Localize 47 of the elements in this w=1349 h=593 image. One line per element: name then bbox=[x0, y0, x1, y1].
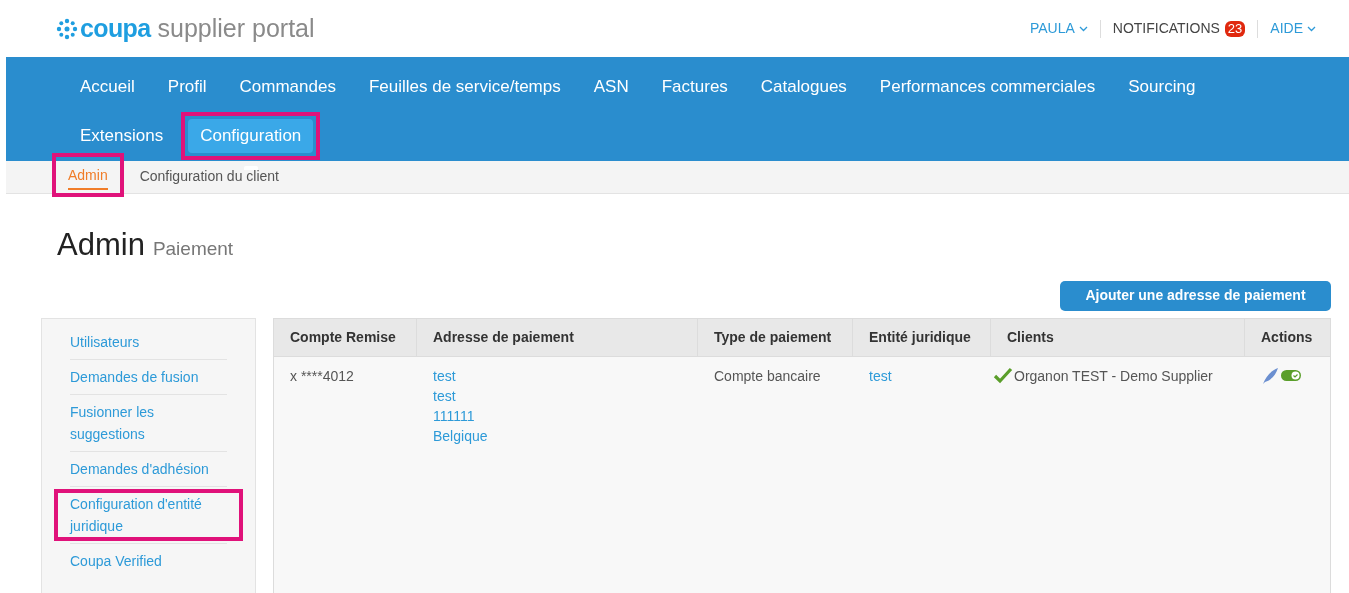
nav-tab[interactable]: Commandes bbox=[231, 69, 344, 104]
notifications-link[interactable]: NOTIFICATIONS 23 bbox=[1112, 18, 1246, 39]
sidebar-link[interactable]: Utilisateurs bbox=[70, 330, 227, 353]
page-subtitle: Paiement bbox=[152, 237, 234, 261]
column-header: Adresse de paiement bbox=[433, 327, 574, 347]
nav-tab[interactable]: Sourcing bbox=[1120, 69, 1204, 104]
address-link[interactable]: test bbox=[433, 385, 456, 406]
logo-text: supplier portal bbox=[157, 12, 315, 44]
nav-tab[interactable]: Catalogues bbox=[752, 69, 855, 104]
page-title: Admin bbox=[57, 226, 145, 264]
help-menu[interactable]: AIDE bbox=[1270, 18, 1316, 39]
table-cell: Compte bancaire bbox=[714, 367, 821, 384]
legal-entity-link[interactable]: test bbox=[869, 367, 892, 384]
sidebar-link[interactable]: Fusionner les suggestions bbox=[70, 400, 227, 445]
column-header: Entité juridique bbox=[869, 327, 971, 347]
address-link[interactable]: Belgique bbox=[433, 425, 488, 446]
chevron-down-icon bbox=[1078, 25, 1088, 32]
nav-tab[interactable]: Feuilles de service/temps bbox=[360, 69, 569, 104]
user-menu[interactable]: PAULA bbox=[1029, 18, 1088, 39]
feather-icon[interactable] bbox=[1261, 366, 1279, 385]
nav-tab[interactable]: Factures bbox=[653, 69, 736, 104]
nav-tab[interactable]: Extensions bbox=[72, 118, 172, 153]
chevron-down-icon bbox=[1307, 25, 1316, 32]
toggle-switch[interactable] bbox=[1281, 370, 1301, 381]
sidebar-link[interactable]: Configuration d'entité juridique bbox=[70, 492, 227, 537]
sidebar-link[interactable]: Coupa Verified bbox=[70, 549, 227, 572]
add-payment-address-button[interactable]: Ajouter une adresse de paiement bbox=[1060, 280, 1331, 311]
sub-tab[interactable]: Admin bbox=[68, 165, 108, 190]
sub-tab[interactable]: Configuration du client bbox=[139, 166, 279, 189]
column-header: Actions bbox=[1261, 327, 1313, 347]
nav-tab[interactable]: Performances commerciales bbox=[871, 69, 1104, 104]
sidebar-link[interactable]: Demandes de fusion bbox=[70, 365, 227, 388]
column-header: Clients bbox=[1007, 327, 1054, 347]
snowflake-logo-icon bbox=[56, 17, 78, 40]
table-cell: x ****4012 bbox=[290, 367, 354, 384]
logo-text: coupa bbox=[80, 12, 151, 44]
address-link[interactable]: test bbox=[433, 365, 456, 386]
sidebar-link[interactable]: Demandes d'adhésion bbox=[70, 457, 227, 480]
nav-tab[interactable]: Accueil bbox=[72, 69, 143, 104]
column-header: Type de paiement bbox=[714, 327, 832, 347]
notification-count: 23 bbox=[1224, 20, 1246, 37]
table-cell-text: Organon TEST - Demo Supplier bbox=[1014, 366, 1213, 386]
nav-tab[interactable]: ASN bbox=[585, 69, 637, 104]
nav-tab[interactable]: Profil bbox=[159, 69, 215, 104]
column-header: Compte Remise bbox=[290, 327, 396, 347]
nav-tab[interactable]: Configuration bbox=[188, 118, 314, 153]
address-link[interactable]: 111111 bbox=[433, 405, 475, 426]
